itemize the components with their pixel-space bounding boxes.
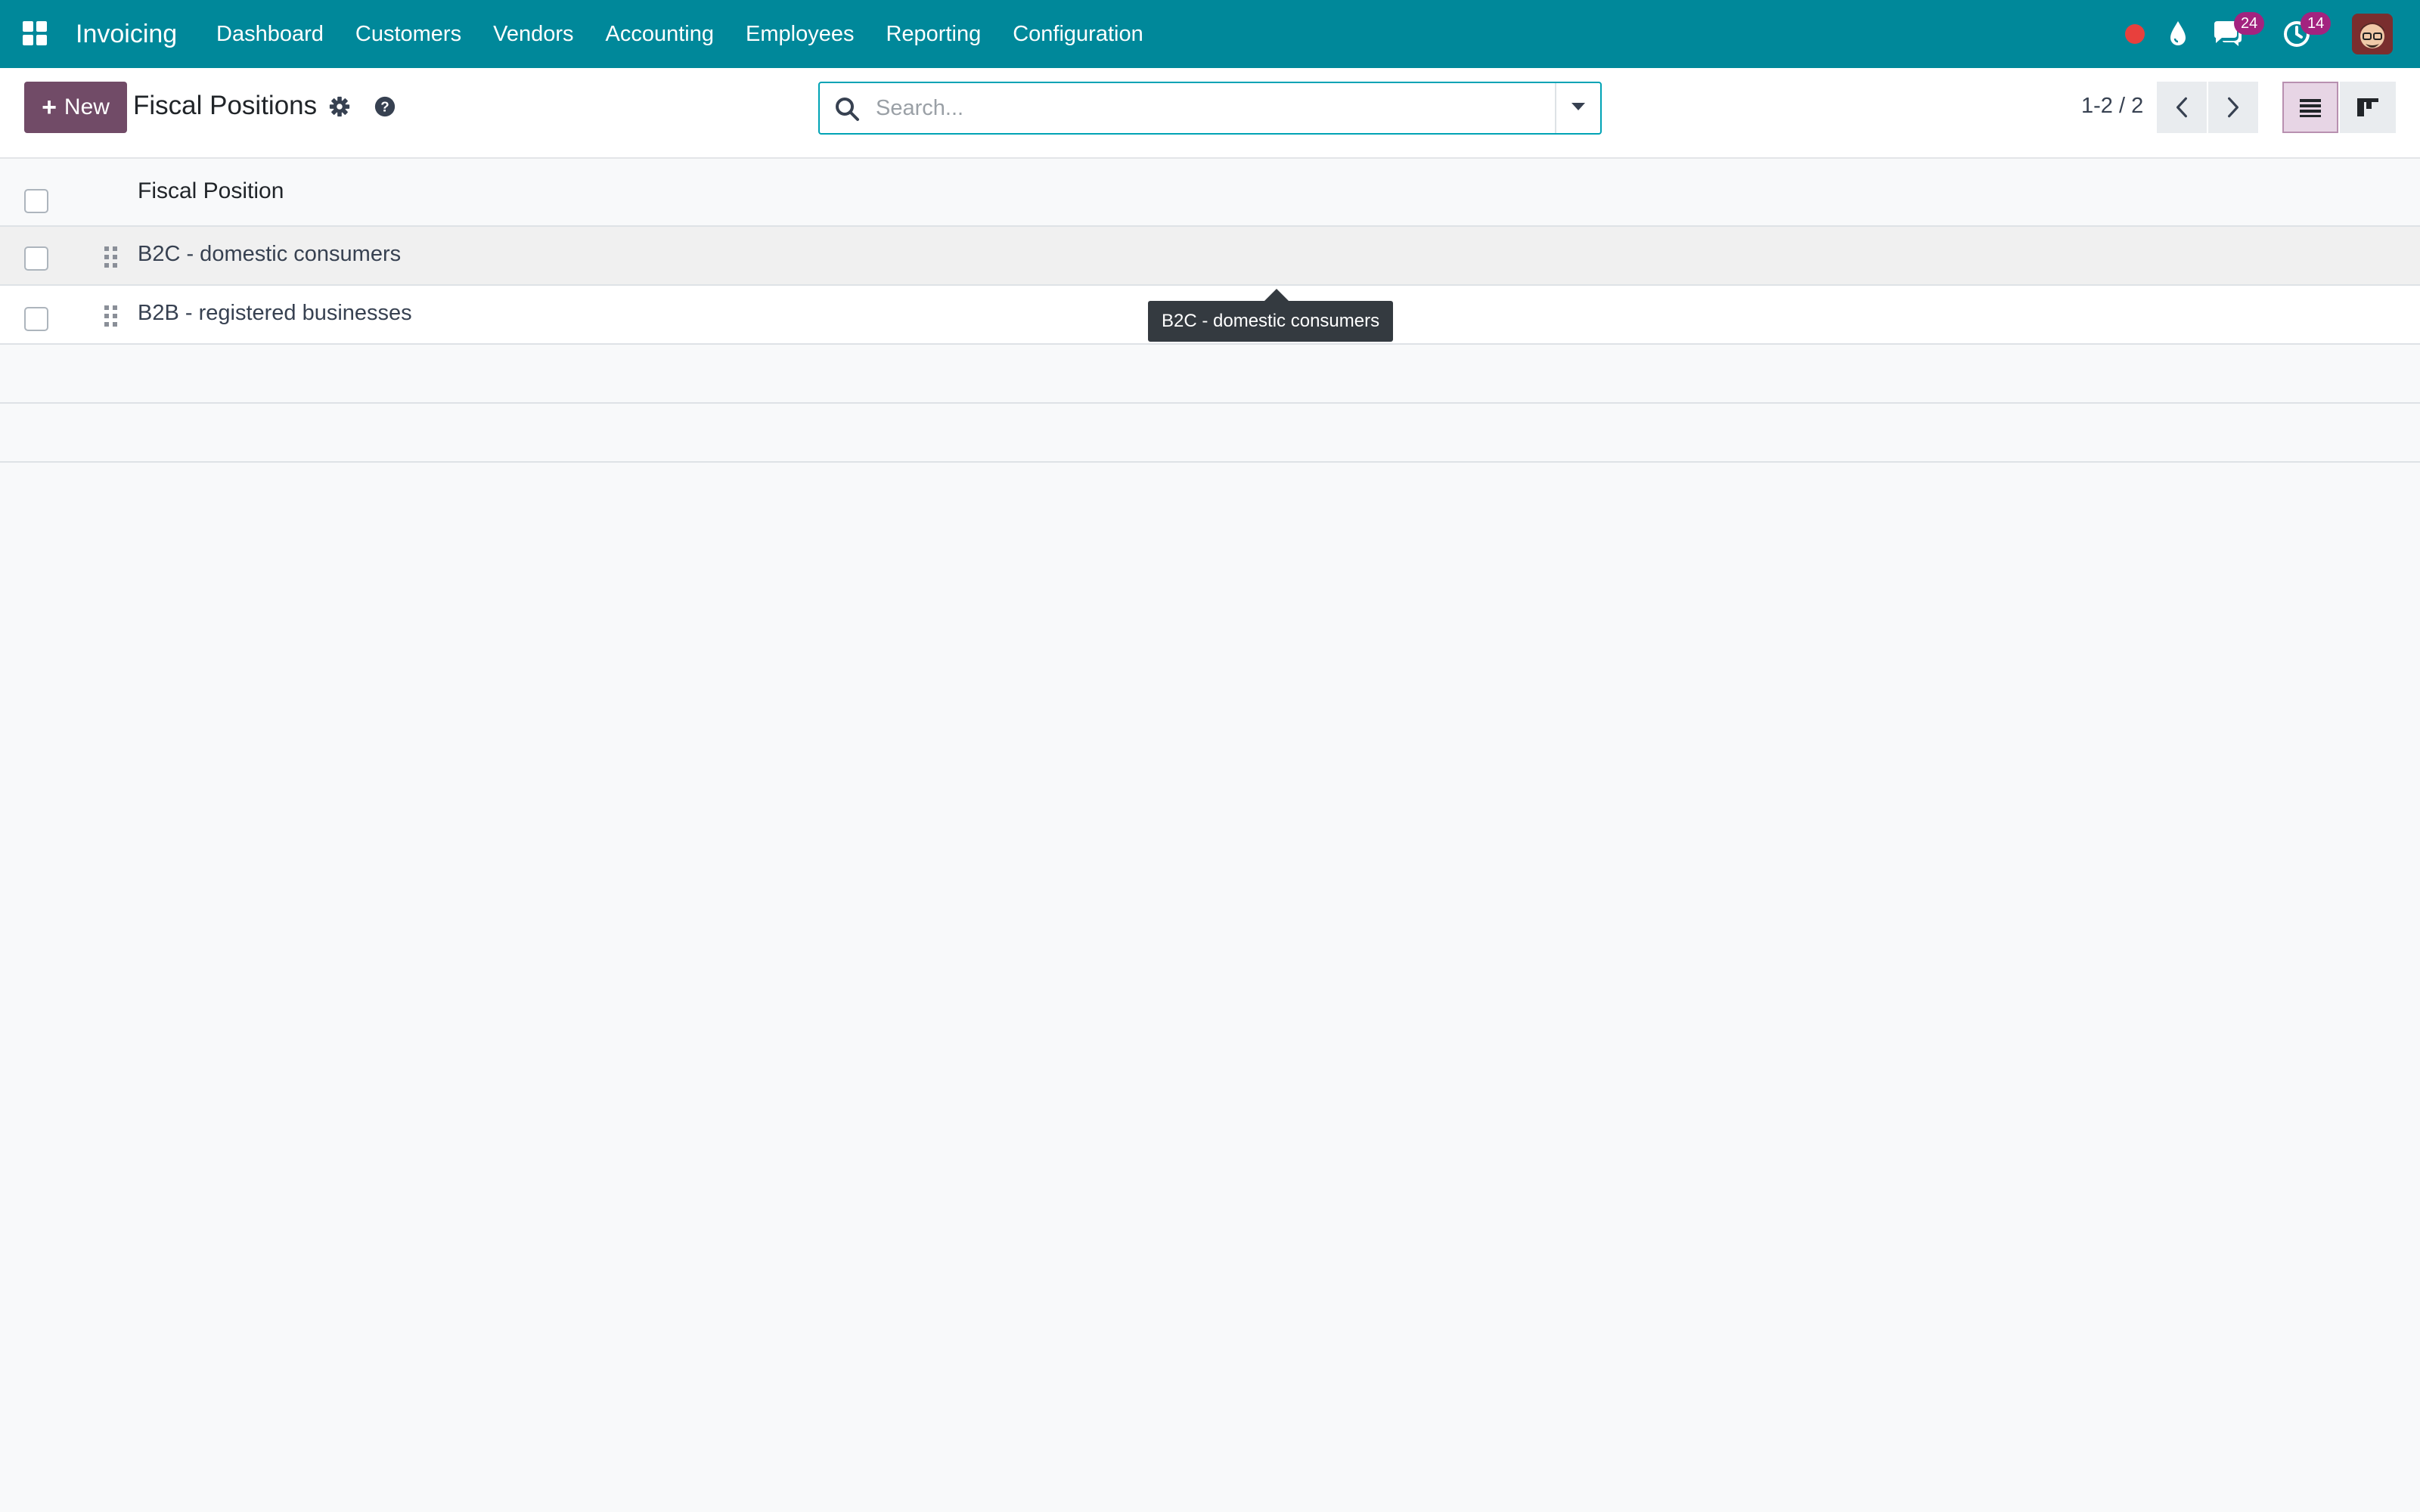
list-header: Fiscal Position — [0, 160, 2420, 227]
chevron-left-icon — [2176, 97, 2187, 118]
empty-row — [0, 404, 2420, 463]
help-icon[interactable]: ? — [374, 95, 398, 119]
caret-down-icon — [1571, 103, 1585, 110]
gear-icon[interactable] — [328, 95, 352, 119]
row-checkbox[interactable] — [24, 307, 48, 331]
drag-handle-icon[interactable] — [103, 304, 119, 328]
recording-icon[interactable] — [2125, 24, 2145, 44]
kanban-view-icon — [2357, 98, 2378, 116]
apps-grid-icon — [23, 21, 47, 45]
menu-item-dashboard[interactable]: Dashboard — [216, 0, 324, 68]
new-button[interactable]: + New — [24, 82, 127, 133]
search-icon — [836, 98, 859, 121]
row-tooltip: B2C - domestic consumers — [1148, 301, 1394, 342]
row-checkbox[interactable] — [24, 246, 48, 271]
row-label[interactable]: B2C - domestic consumers — [138, 242, 401, 267]
apps-menu-button[interactable] — [21, 20, 48, 47]
control-panel: + New Fiscal Positions ? Search... 1-2 /… — [0, 68, 2420, 159]
main-menu: Dashboard Customers Vendors Accounting E… — [216, 0, 1175, 68]
row-label[interactable]: B2B - registered businesses — [138, 301, 412, 326]
menu-item-employees[interactable]: Employees — [746, 0, 854, 68]
drag-handle-icon[interactable] — [103, 245, 119, 269]
list-view-icon — [2300, 99, 2321, 117]
new-button-label: New — [64, 94, 110, 119]
pager-value[interactable]: 1-2 / 2 — [2081, 94, 2143, 119]
list-view-button[interactable] — [2282, 82, 2338, 133]
messages-count-badge: 24 — [2234, 12, 2265, 35]
pager-previous-button[interactable] — [2157, 82, 2207, 133]
menu-item-accounting[interactable]: Accounting — [606, 0, 715, 68]
activities-count-badge: 14 — [2301, 12, 2332, 35]
search-input[interactable] — [876, 89, 1526, 127]
tooltip-arrow — [1264, 289, 1289, 301]
user-avatar[interactable] — [2352, 14, 2393, 54]
plus-icon: + — [42, 92, 57, 122]
drop-icon[interactable] — [2166, 18, 2190, 48]
kanban-view-button[interactable] — [2340, 82, 2396, 133]
pager-next-button[interactable] — [2208, 82, 2258, 133]
app-name[interactable]: Invoicing — [76, 0, 177, 68]
menu-item-configuration[interactable]: Configuration — [1013, 0, 1143, 68]
menu-item-vendors[interactable]: Vendors — [493, 0, 573, 68]
page-title: Fiscal Positions — [133, 91, 318, 120]
top-navbar: Invoicing Dashboard Customers Vendors Ac… — [0, 0, 2420, 68]
table-row[interactable]: B2C - domestic consumers — [0, 227, 2420, 286]
menu-item-reporting[interactable]: Reporting — [886, 0, 981, 68]
search-options-toggle[interactable] — [1555, 83, 1600, 133]
chevron-right-icon — [2228, 97, 2238, 118]
empty-row — [0, 345, 2420, 404]
search-bar — [818, 82, 1602, 135]
column-header-fiscal-position[interactable]: Fiscal Position — [138, 178, 284, 204]
svg-text:?: ? — [380, 99, 389, 115]
menu-item-customers[interactable]: Customers — [355, 0, 461, 68]
select-all-checkbox[interactable] — [24, 189, 48, 213]
